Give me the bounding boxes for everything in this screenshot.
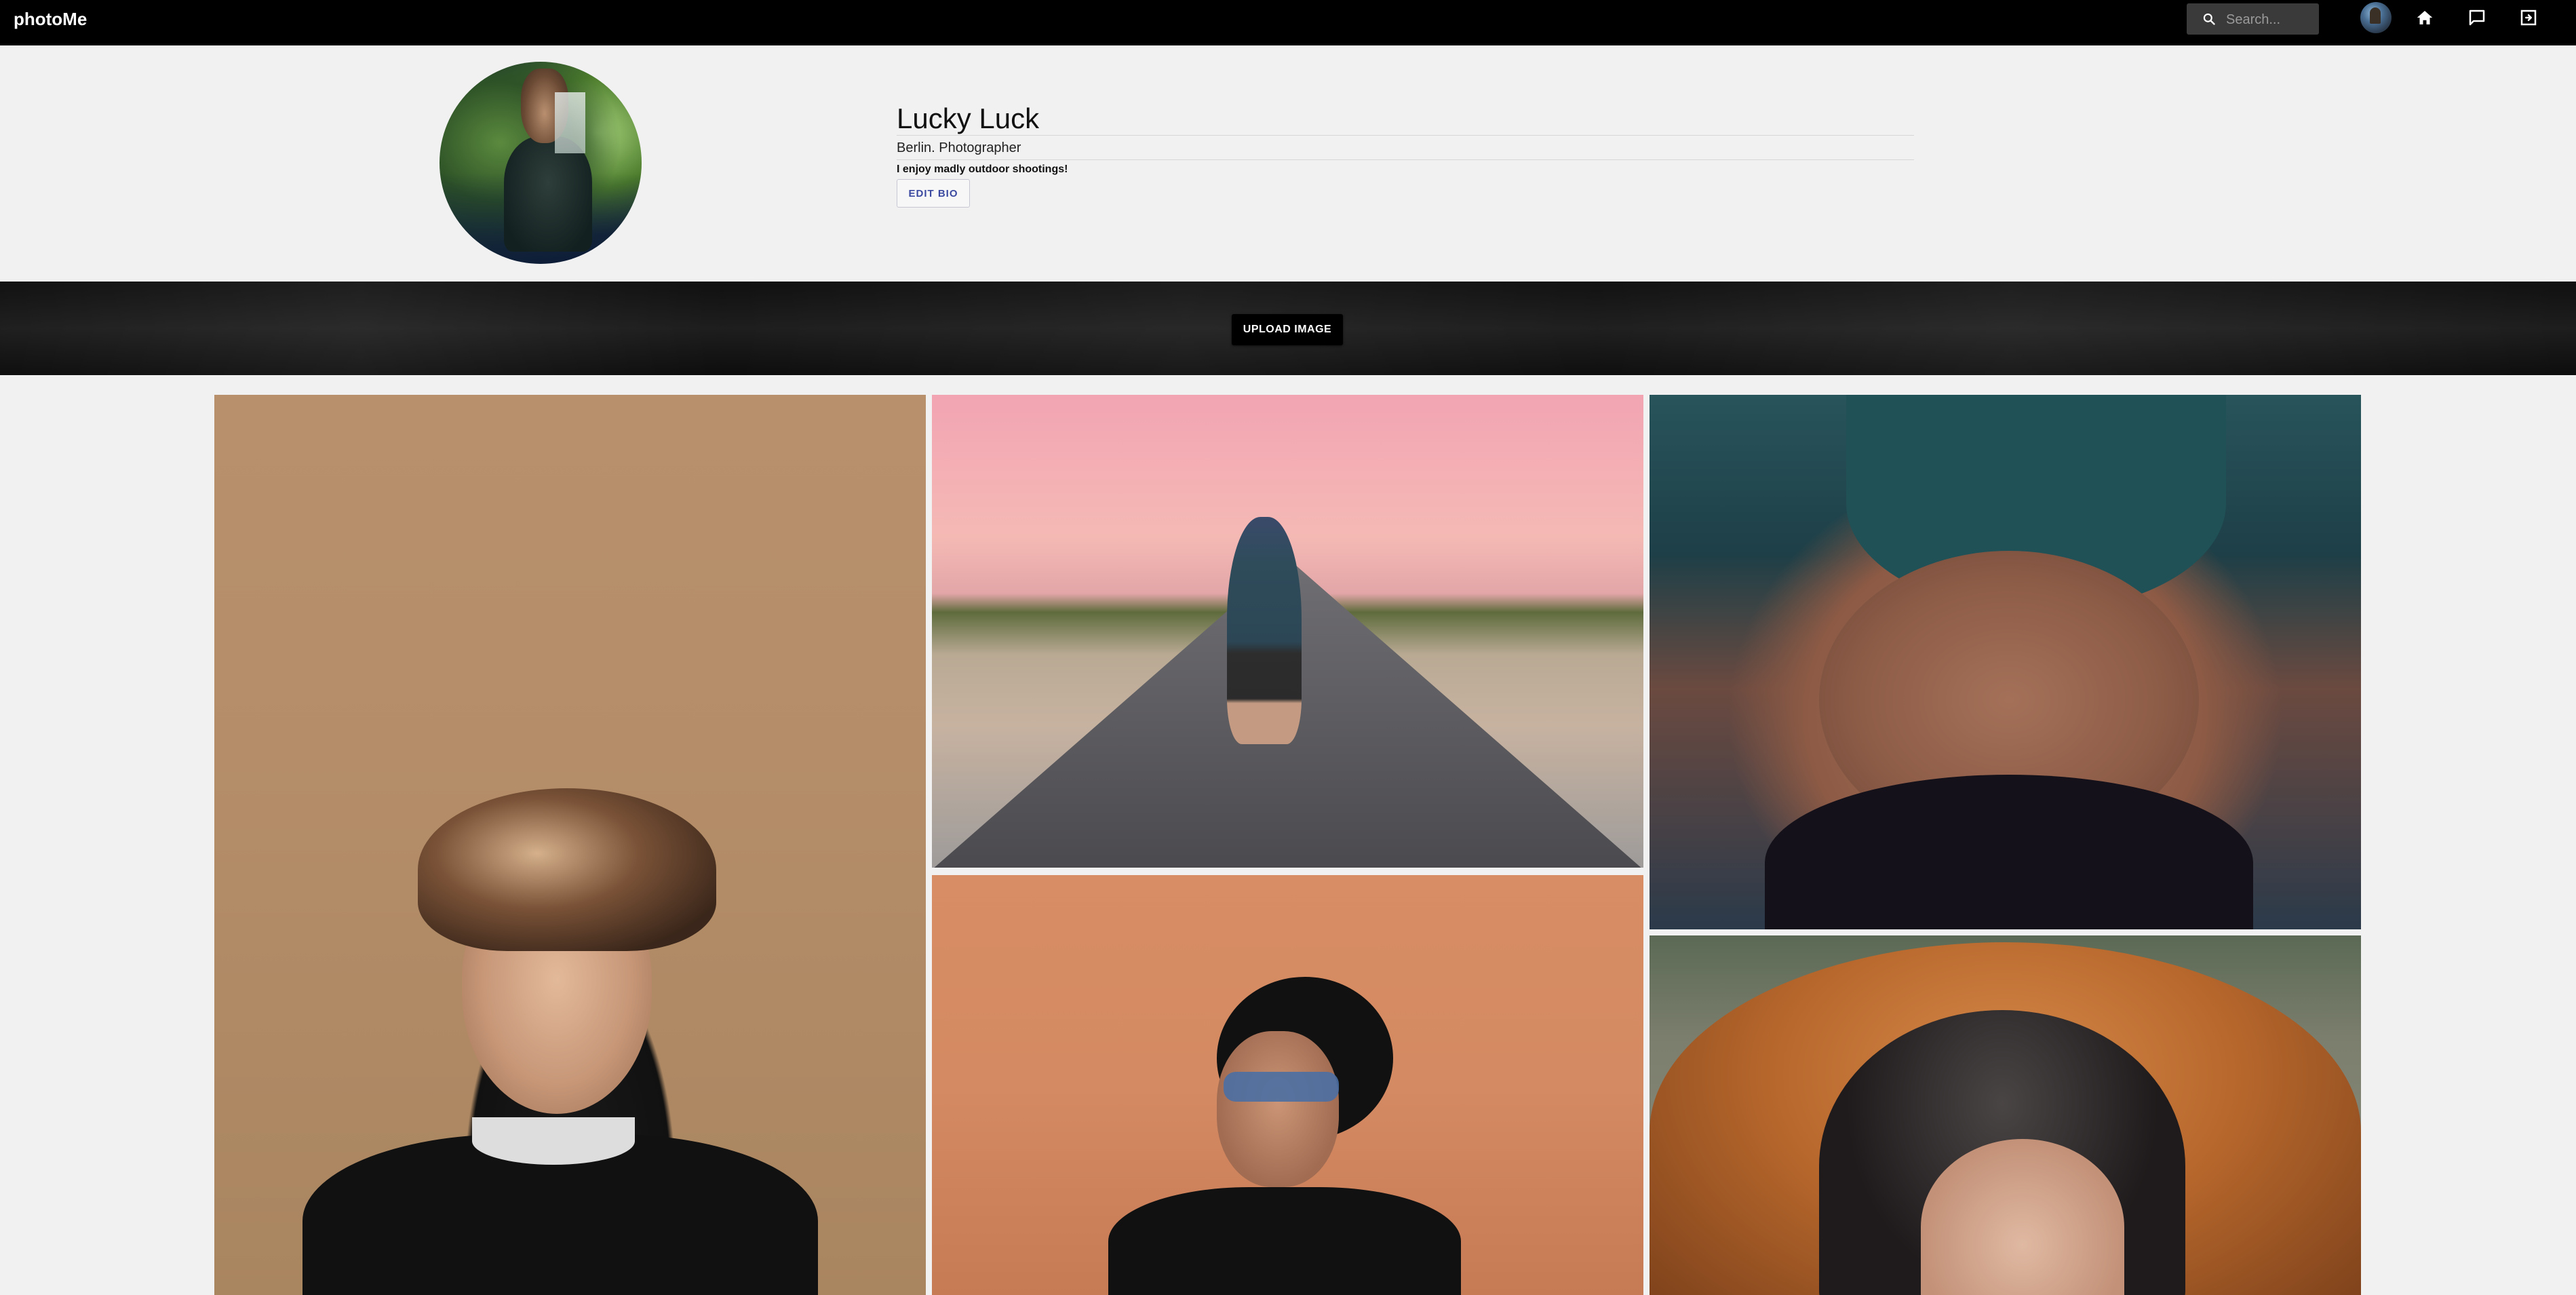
photo-subject-collar: [472, 1117, 635, 1165]
search-icon: [2202, 12, 2216, 26]
top-navbar: photoMe: [0, 0, 2576, 45]
home-icon[interactable]: [2415, 7, 2435, 28]
divider: [897, 159, 1914, 160]
photo-subject-face: [1217, 1031, 1339, 1187]
photo-tile[interactable]: [932, 875, 1643, 1295]
avatar-figure-body: [504, 136, 592, 252]
photo-tile[interactable]: [932, 395, 1643, 868]
user-avatar[interactable]: [2360, 2, 2392, 33]
avatar-background-panel: [555, 92, 585, 153]
divider: [897, 135, 1914, 136]
profile-name: Lucky Luck: [897, 102, 1040, 134]
photo-tile[interactable]: [1650, 395, 2361, 929]
photo-subject-hair: [418, 788, 716, 951]
search-input[interactable]: [2225, 3, 2317, 36]
search-box[interactable]: [2187, 3, 2319, 36]
profile-bio: I enjoy madly outdoor shootings!: [897, 163, 1068, 175]
photo-tile[interactable]: [1650, 935, 2361, 1295]
profile-avatar[interactable]: [440, 62, 642, 264]
upload-image-button[interactable]: UPLOAD IMAGE: [1232, 314, 1343, 345]
edit-bio-button[interactable]: EDIT BIO: [897, 179, 970, 208]
logout-icon[interactable]: [2518, 7, 2539, 28]
profile-subtitle: Berlin. Photographer: [897, 140, 1021, 155]
chat-icon[interactable]: [2467, 7, 2487, 28]
photo-subject-figure: [1227, 517, 1302, 744]
photo-tile[interactable]: [214, 395, 926, 1295]
photo-subject-glasses: [1224, 1072, 1339, 1102]
brand-logo[interactable]: photoMe: [14, 8, 87, 30]
photo-subject-shirt: [1108, 1187, 1461, 1295]
photo-subject-hair: [1765, 775, 2253, 929]
